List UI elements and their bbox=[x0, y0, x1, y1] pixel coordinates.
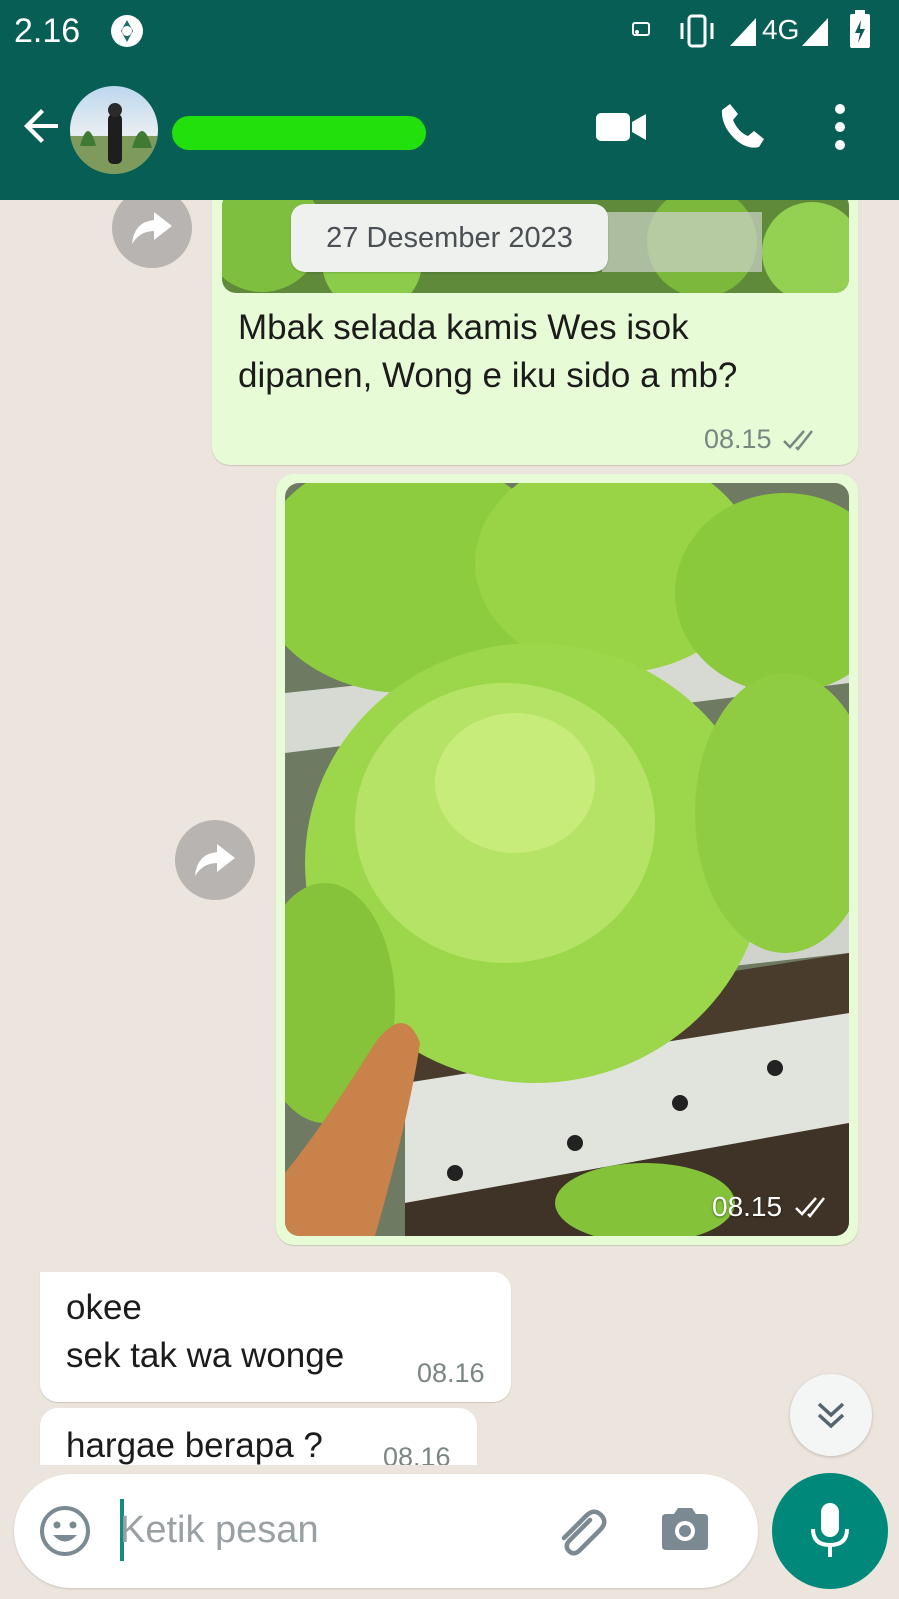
cast-icon bbox=[632, 22, 650, 36]
double-check-icon bbox=[795, 1197, 825, 1218]
message-time: 08.16 bbox=[383, 1442, 451, 1465]
battery-charging-icon bbox=[850, 10, 870, 48]
forward-icon bbox=[195, 844, 235, 876]
message-image[interactable] bbox=[285, 483, 849, 1236]
double-check-icon bbox=[783, 430, 813, 451]
message-text: hargae berapa ? bbox=[66, 1426, 323, 1465]
avatar[interactable] bbox=[70, 86, 158, 174]
message-input[interactable] bbox=[120, 1500, 520, 1560]
camera-shutter-icon bbox=[111, 15, 143, 47]
message-compose-bar bbox=[14, 1474, 758, 1588]
message-text: Mbak selada kamis Wes isok dipanen, Wong… bbox=[238, 308, 738, 395]
message-bubble-incoming[interactable]: okee sek tak wa wonge 08.16 bbox=[40, 1272, 511, 1402]
message-bubble-incoming[interactable]: hargae berapa ? 08.16 bbox=[40, 1408, 477, 1465]
videocam-icon[interactable] bbox=[594, 100, 648, 154]
forward-button[interactable] bbox=[175, 820, 255, 900]
forward-icon bbox=[132, 212, 172, 244]
more-vert-icon[interactable] bbox=[828, 100, 852, 154]
arrow-left-icon[interactable] bbox=[18, 102, 66, 150]
status-bar: 2.16 4G bbox=[0, 0, 899, 62]
attach-icon[interactable] bbox=[550, 1502, 608, 1560]
network-type: 4G bbox=[762, 14, 800, 45]
message-time: 08.16 bbox=[417, 1358, 485, 1388]
contact-name[interactable] bbox=[172, 116, 426, 150]
camera-icon[interactable] bbox=[658, 1504, 712, 1554]
chevron-double-down-icon bbox=[817, 1402, 845, 1429]
image-time: 08.15 bbox=[712, 1191, 783, 1222]
status-time: 2.16 bbox=[14, 12, 81, 50]
mic-icon bbox=[811, 1503, 849, 1557]
chat-header bbox=[0, 62, 899, 200]
phone-icon[interactable] bbox=[716, 100, 768, 152]
date-chip: 27 Desember 2023 bbox=[291, 204, 608, 272]
forward-button[interactable] bbox=[112, 200, 192, 268]
message-text: okee sek tak wa wonge bbox=[66, 1288, 345, 1375]
mic-button[interactable] bbox=[772, 1473, 888, 1589]
emoji-icon[interactable] bbox=[38, 1504, 92, 1558]
message-list[interactable]: Mbak selada kamis Wes isok dipanen, Wong… bbox=[0, 200, 899, 1465]
signal-icon bbox=[730, 18, 756, 46]
scroll-to-bottom-button[interactable] bbox=[790, 1374, 872, 1456]
message-time: 08.15 bbox=[704, 424, 772, 454]
vibrate-icon bbox=[680, 14, 714, 48]
signal-icon bbox=[802, 18, 828, 46]
